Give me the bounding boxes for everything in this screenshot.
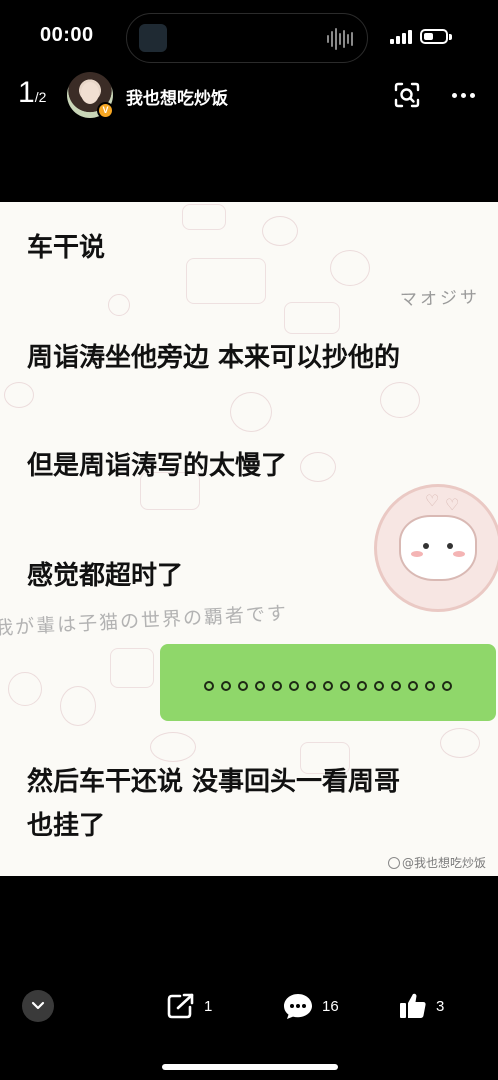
scan-button[interactable] — [392, 80, 422, 110]
background-doodle — [230, 392, 272, 432]
avatar-face — [81, 82, 99, 104]
bubble-dot — [255, 680, 265, 691]
cat-eye — [447, 543, 453, 549]
more-button[interactable] — [448, 80, 478, 110]
page-counter: 1/2 — [18, 76, 46, 110]
background-doodle — [108, 294, 130, 316]
background-doodle — [440, 728, 480, 758]
bubble-dot — [238, 680, 248, 691]
bubble-dot — [357, 680, 367, 691]
post-text-line: 感觉都超时了 — [27, 561, 184, 591]
battery-level — [424, 33, 433, 40]
watermark: @我也想吃炒饭 — [388, 854, 486, 871]
battery-tip — [449, 34, 452, 40]
weibo-icon — [388, 857, 400, 869]
post-text-line: 也挂了 — [27, 811, 106, 841]
media-thumbnail-icon — [139, 24, 167, 52]
like-count: 3 — [436, 997, 445, 1015]
background-doodle — [284, 302, 340, 334]
share-icon — [167, 993, 194, 1019]
more-dot — [460, 92, 466, 98]
like-button[interactable]: 3 — [398, 990, 444, 1022]
background-doodle — [186, 258, 266, 304]
watermark-text: @我也想吃炒饭 — [402, 856, 487, 870]
dynamic-island[interactable] — [126, 13, 368, 63]
page-total: 2 — [38, 89, 47, 105]
post-image[interactable]: マオジサ ♡ ♡ 我が輩は子猫の世界の覇者です 车干说 周诣涛坐他旁边 本来可以… — [0, 202, 498, 876]
bubble-dot — [289, 680, 299, 691]
background-doodle — [380, 382, 420, 418]
share-count: 1 — [204, 997, 213, 1015]
chat-bubble — [160, 644, 496, 721]
scan-icon — [394, 82, 420, 108]
battery-icon — [420, 29, 448, 44]
post-text-line: 但是周诣涛写的太慢了 — [27, 451, 288, 481]
comment-icon — [284, 994, 312, 1019]
heart-icon: ♡ — [445, 495, 460, 514]
background-doodle — [4, 382, 34, 408]
collapse-button[interactable] — [22, 990, 54, 1022]
avatar[interactable]: V — [67, 72, 114, 119]
background-doodle — [150, 732, 196, 762]
bubble-dot — [221, 680, 231, 691]
bubble-dot — [323, 680, 333, 691]
cat-blush — [411, 551, 423, 557]
home-indicator[interactable] — [162, 1064, 338, 1070]
bubble-dot — [272, 680, 282, 691]
decorative-katakana: マオジサ — [399, 287, 481, 311]
more-dot — [469, 92, 475, 98]
verified-badge-icon: V — [97, 102, 114, 119]
background-doodle — [262, 216, 298, 246]
status-time: 00:00 — [40, 24, 94, 46]
more-dot — [451, 92, 457, 98]
comment-count: 16 — [322, 997, 339, 1015]
bottom-action-bar: 1 16 3 — [0, 980, 498, 1036]
share-button[interactable]: 1 — [166, 990, 212, 1022]
bubble-dot — [306, 680, 316, 691]
post-header: 1/2 V 我也想吃炒饭 — [0, 70, 498, 122]
bubble-dot — [204, 680, 214, 691]
heart-icon: ♡ — [425, 491, 440, 510]
page-current: 1 — [18, 76, 35, 109]
cat-eye — [423, 543, 429, 549]
cellular-signal-icon — [390, 30, 412, 44]
bubble-dot — [340, 680, 350, 691]
bubble-dot — [391, 680, 401, 691]
chevron-down-icon — [31, 1001, 45, 1010]
cat-sticker: ♡ ♡ — [374, 484, 498, 612]
post-text-line: 然后车干还说 没事回头一看周哥 — [27, 767, 401, 797]
bubble-dot — [408, 680, 418, 691]
background-doodle — [182, 204, 226, 230]
bubble-dots — [160, 644, 496, 721]
username[interactable]: 我也想吃炒饭 — [126, 84, 228, 109]
bubble-dot — [425, 680, 435, 691]
audio-waveform-icon — [327, 28, 353, 50]
comment-button[interactable]: 16 — [282, 990, 339, 1022]
decorative-cursive-text: 我が輩は子猫の世界の覇者です — [0, 602, 289, 640]
status-bar: 00:00 — [0, 0, 498, 74]
thumbs-up-icon — [400, 993, 426, 1018]
bubble-dot — [374, 680, 384, 691]
post-text-line: 周诣涛坐他旁边 本来可以抄他的 — [27, 343, 401, 373]
background-doodle — [8, 672, 42, 706]
bubble-dot — [442, 680, 452, 691]
background-doodle — [60, 686, 96, 726]
post-text-line: 车干说 — [27, 233, 106, 263]
background-doodle — [330, 250, 370, 286]
background-doodle — [110, 648, 154, 688]
cat-face — [399, 515, 477, 581]
background-doodle — [300, 452, 336, 482]
cat-blush — [453, 551, 465, 557]
